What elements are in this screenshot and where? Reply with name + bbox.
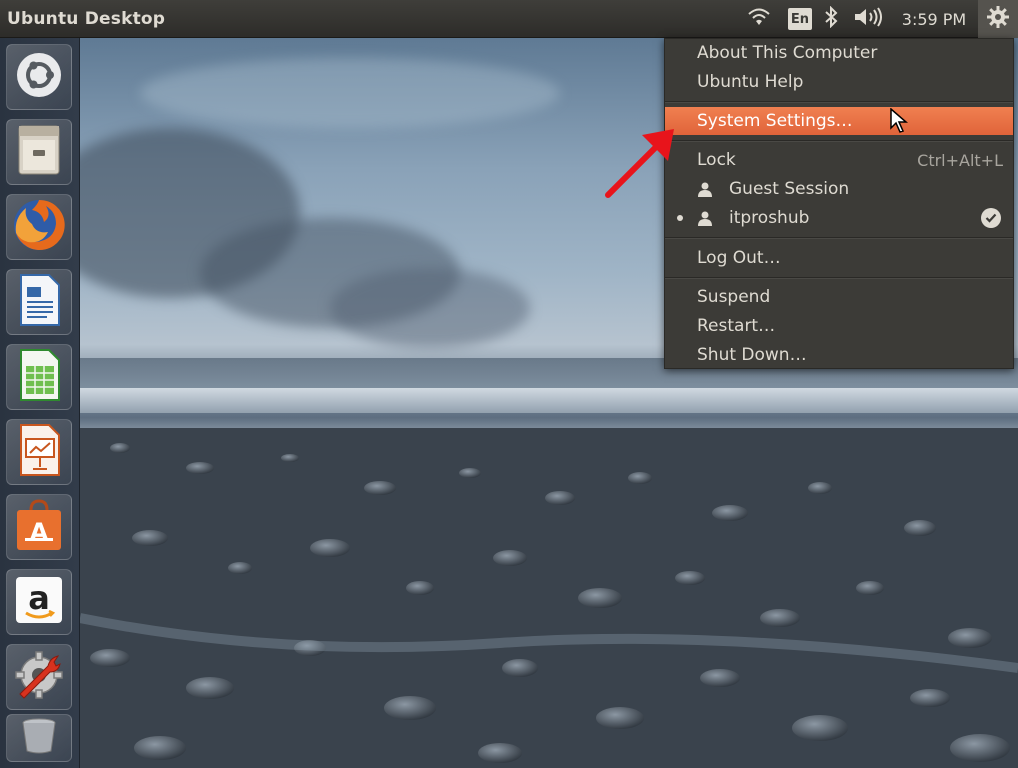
window-title: Ubuntu Desktop (7, 9, 166, 29)
menu-item-about-label: About This Computer (697, 43, 878, 63)
svg-text:A: A (30, 518, 49, 546)
menu-item-user-label: itproshub (729, 208, 810, 228)
checkmark-icon (981, 208, 1001, 228)
menu-item-guest-session[interactable]: Guest Session (665, 175, 1013, 203)
menu-item-lock[interactable]: Lock Ctrl+Alt+L (665, 146, 1013, 174)
mouse-pointer-icon (890, 108, 908, 133)
menu-item-system-settings-label: System Settings… (697, 111, 853, 131)
ubuntu-logo-icon (16, 52, 62, 102)
file-cabinet-icon (15, 124, 63, 180)
menu-item-about[interactable]: About This Computer (665, 39, 1013, 67)
menu-item-suspend[interactable]: Suspend (665, 283, 1013, 311)
menu-item-suspend-label: Suspend (697, 287, 771, 307)
launcher-system-settings[interactable] (6, 644, 72, 710)
language-badge: En (788, 8, 812, 30)
user-icon (697, 210, 713, 231)
menu-separator (665, 277, 1013, 279)
launcher-impress[interactable] (6, 419, 72, 485)
writer-document-icon (17, 273, 61, 331)
annotation-arrow-icon (605, 129, 674, 198)
menu-item-help-label: Ubuntu Help (697, 72, 804, 92)
amazon-icon: a (14, 575, 64, 629)
trash-icon (19, 717, 59, 759)
menu-item-shut-down[interactable]: Shut Down… (665, 341, 1013, 369)
launcher-trash[interactable] (6, 714, 72, 762)
svg-text:a: a (28, 579, 50, 617)
menu-item-shut-down-label: Shut Down… (697, 345, 807, 365)
launcher-calc[interactable] (6, 344, 72, 410)
menu-item-lock-label: Lock (697, 150, 736, 170)
sound-indicator[interactable] (850, 0, 886, 38)
menu-item-help[interactable]: Ubuntu Help (665, 68, 1013, 96)
wrench-gear-icon (12, 648, 66, 706)
session-menu: About This Computer Ubuntu Help System S… (664, 38, 1014, 369)
menu-separator (665, 101, 1013, 103)
launcher-writer[interactable] (6, 269, 72, 335)
keyboard-language-indicator[interactable]: En (786, 0, 814, 38)
calc-spreadsheet-icon (17, 348, 61, 406)
software-bag-icon: A (13, 498, 65, 556)
launcher-files[interactable] (6, 119, 72, 185)
clock[interactable]: 3:59 PM (894, 0, 974, 38)
bluetooth-indicator[interactable] (820, 0, 842, 38)
menu-separator (665, 140, 1013, 142)
menu-item-guest-label: Guest Session (729, 179, 850, 199)
top-panel: Ubuntu Desktop En 3:59 PM (0, 0, 1018, 38)
pebble-beach (80, 428, 1018, 768)
menu-item-current-user[interactable]: itproshub (665, 204, 1013, 232)
user-icon (697, 181, 713, 202)
launcher-firefox[interactable] (6, 194, 72, 260)
menu-item-system-settings[interactable]: System Settings… (665, 107, 1013, 135)
unity-launcher: A a (0, 38, 80, 768)
menu-item-log-out-label: Log Out… (697, 248, 781, 268)
wifi-icon (747, 8, 771, 30)
firefox-icon (12, 198, 66, 256)
launcher-dash-home[interactable] (6, 44, 72, 110)
network-indicator[interactable] (744, 0, 774, 38)
active-user-dot (677, 215, 683, 221)
menu-item-log-out[interactable]: Log Out… (665, 244, 1013, 272)
impress-presentation-icon (17, 423, 61, 481)
launcher-software-center[interactable]: A (6, 494, 72, 560)
lock-shortcut: Ctrl+Alt+L (917, 150, 1003, 170)
volume-icon (853, 7, 883, 31)
menu-separator (665, 237, 1013, 239)
launcher-amazon[interactable]: a (6, 569, 72, 635)
menu-item-restart-label: Restart… (697, 316, 776, 336)
bluetooth-icon (824, 5, 838, 32)
menu-item-restart[interactable]: Restart… (665, 312, 1013, 340)
session-indicator[interactable] (978, 0, 1018, 38)
gear-icon (987, 6, 1009, 32)
